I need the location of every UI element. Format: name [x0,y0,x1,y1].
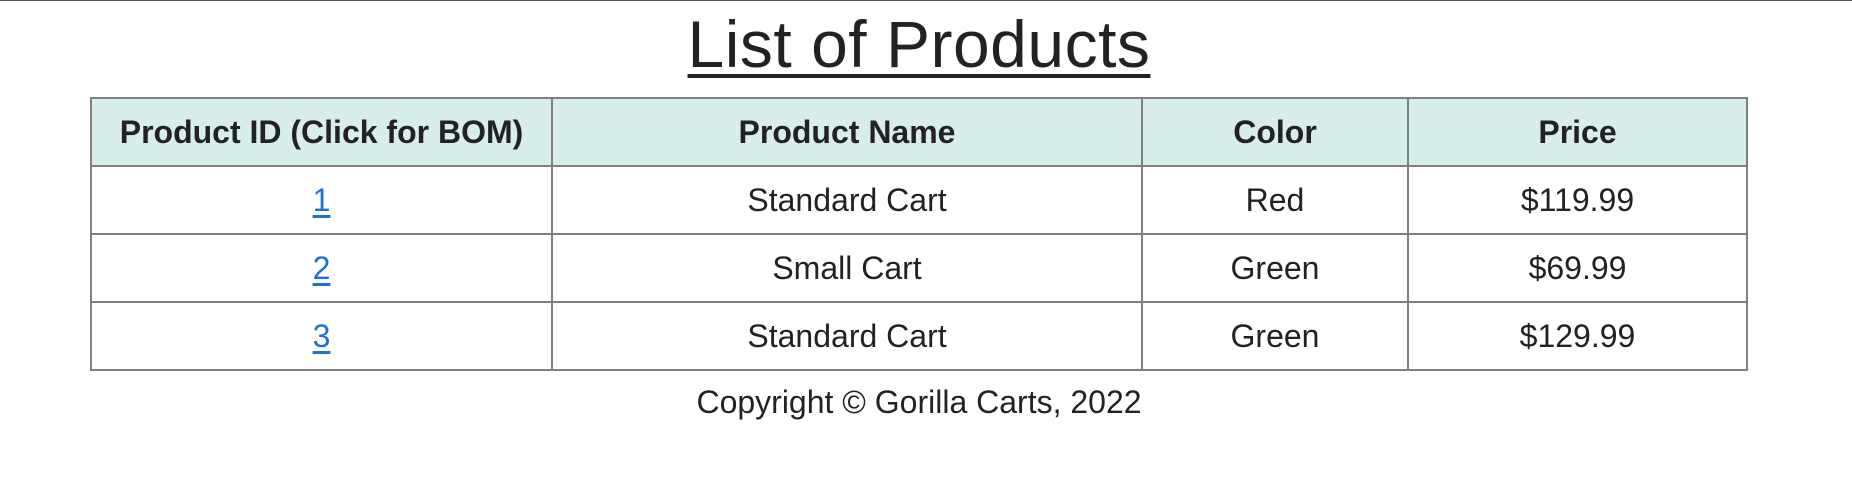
cell-price: $69.99 [1407,233,1748,303]
header-price: Price [1407,97,1748,167]
cell-product-id: 1 [90,165,553,235]
cell-product-name: Small Cart [551,233,1143,303]
header-product-id: Product ID (Click for BOM) [90,97,553,167]
cell-price: $129.99 [1407,301,1748,371]
table-row: 3 Standard Cart Green $129.99 [90,301,1748,371]
table-row: 1 Standard Cart Red $119.99 [90,165,1748,235]
product-id-link[interactable]: 1 [313,182,331,218]
cell-price: $119.99 [1407,165,1748,235]
table-header-row: Product ID (Click for BOM) Product Name … [90,97,1748,167]
header-color: Color [1141,97,1409,167]
cell-product-name: Standard Cart [551,301,1143,371]
cell-product-name: Standard Cart [551,165,1143,235]
header-product-name: Product Name [551,97,1143,167]
product-id-link[interactable]: 3 [313,318,331,354]
cell-product-id: 2 [90,233,553,303]
cell-color: Green [1141,233,1409,303]
product-id-link[interactable]: 2 [313,250,331,286]
copyright-footer: Copyright © Gorilla Carts, 2022 [696,384,1142,420]
page: List of Products Product ID (Click for B… [0,0,1852,496]
cell-color: Green [1141,301,1409,371]
top-divider [0,0,1852,1]
products-table: Product ID (Click for BOM) Product Name … [90,97,1748,371]
table-row: 2 Small Cart Green $69.99 [90,233,1748,303]
cell-product-id: 3 [90,301,553,371]
page-title: List of Products [687,7,1151,81]
cell-color: Red [1141,165,1409,235]
